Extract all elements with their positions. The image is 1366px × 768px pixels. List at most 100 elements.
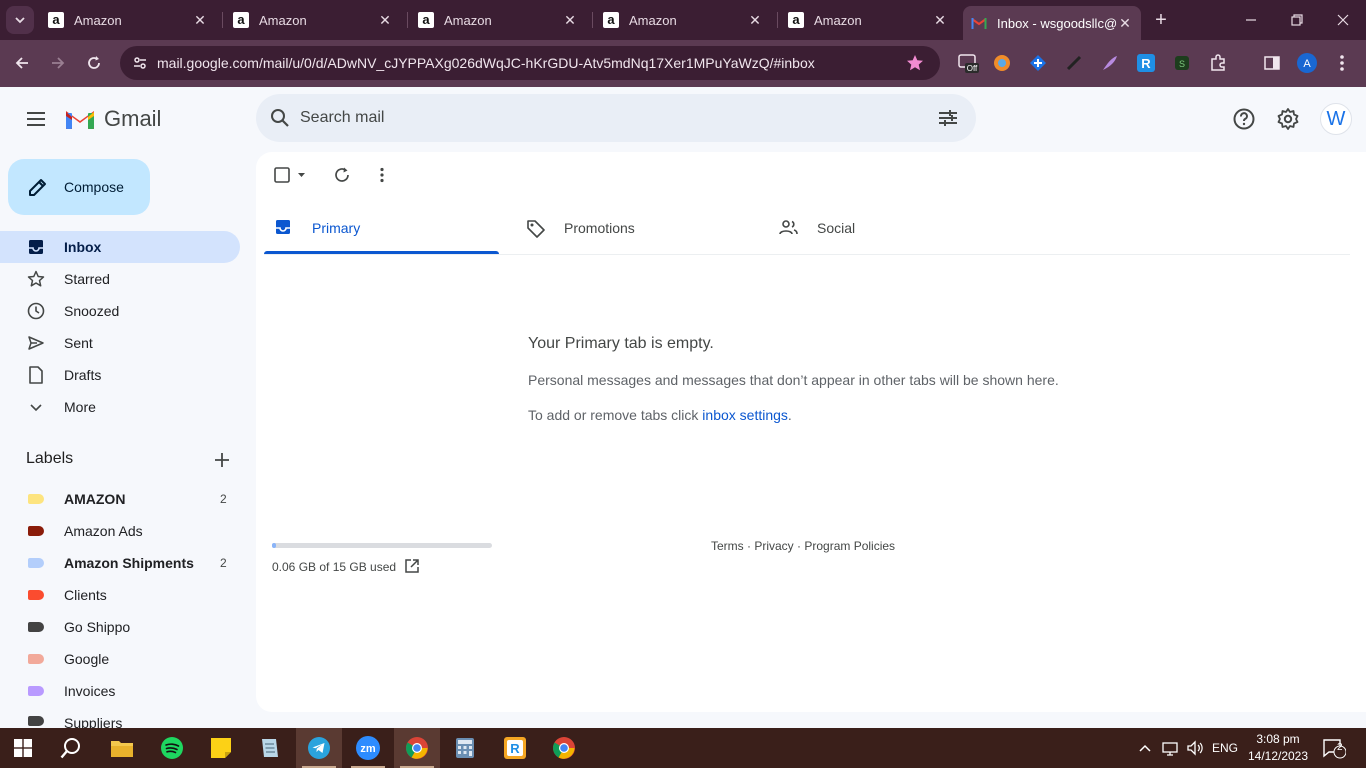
nav-item-drafts[interactable]: Drafts	[0, 359, 240, 391]
nav-label: Starred	[64, 271, 110, 287]
search-icon[interactable]	[268, 106, 292, 130]
more-options-button[interactable]	[372, 165, 392, 185]
tab-search-button[interactable]	[6, 6, 34, 34]
show-hidden-icons-button[interactable]	[1138, 728, 1152, 768]
extension-blue-icon[interactable]	[1027, 52, 1049, 74]
privacy-link[interactable]: Privacy	[754, 539, 793, 553]
account-avatar[interactable]: W	[1320, 103, 1352, 135]
label-item-suppliers[interactable]: Suppliers	[0, 707, 240, 728]
refresh-button[interactable]	[332, 165, 352, 185]
network-icon[interactable]	[1162, 728, 1180, 768]
nav-item-inbox[interactable]: Inbox	[0, 231, 240, 263]
sticky-notes-app[interactable]	[198, 728, 244, 768]
close-tab-icon[interactable]: ✕	[1117, 15, 1133, 31]
inbox-settings-link[interactable]: inbox settings	[702, 407, 788, 423]
gmail-logo[interactable]: Gmail	[64, 106, 161, 132]
notepad-app[interactable]	[246, 728, 292, 768]
address-bar[interactable]: mail.google.com/mail/u/0/d/ADwNV_cJYPPAX…	[120, 46, 940, 80]
reload-button[interactable]	[82, 51, 106, 75]
settings-gear-icon[interactable]	[1276, 107, 1300, 131]
search-input[interactable]	[300, 94, 900, 142]
create-label-button[interactable]	[212, 450, 232, 470]
profile-avatar[interactable]: A	[1296, 52, 1318, 74]
side-panel-icon[interactable]	[1261, 52, 1283, 74]
browser-tab-amazon-5[interactable]: a Amazon ✕	[780, 0, 956, 40]
label-tag-icon	[28, 526, 44, 536]
amazon-icon: a	[233, 12, 249, 28]
browser-tab-amazon-4[interactable]: a Amazon ✕	[595, 0, 771, 40]
taskbar-clock[interactable]: 3:08 pm 14/12/2023	[1236, 731, 1320, 765]
label-item-go-shippo[interactable]: Go Shippo	[0, 611, 240, 643]
browser-tab-amazon-1[interactable]: a Amazon ✕	[40, 0, 216, 40]
label-item-amazon-ads[interactable]: Amazon Ads	[0, 515, 240, 547]
program-policies-link[interactable]: Program Policies	[804, 539, 895, 553]
gmail-wordmark: Gmail	[104, 106, 162, 131]
restore-button[interactable]	[1274, 0, 1320, 40]
chrome-profile-app[interactable]	[541, 728, 587, 768]
browser-tab-gmail-inbox[interactable]: Inbox - wsgoodsllc@ ✕	[963, 6, 1141, 40]
terms-link[interactable]: Terms	[711, 539, 744, 553]
label-name: Amazon Ads	[64, 523, 143, 539]
extension-r-icon[interactable]: R	[1135, 52, 1157, 74]
settings-prefix-text: To add or remove tabs click	[528, 407, 703, 423]
close-tab-icon[interactable]: ✕	[932, 12, 948, 28]
extension-dark-icon[interactable]	[1063, 52, 1085, 74]
calculator-app[interactable]	[442, 728, 488, 768]
nav-item-sent[interactable]: Sent	[0, 327, 240, 359]
chrome-app[interactable]	[394, 728, 440, 768]
help-icon[interactable]	[1232, 107, 1256, 131]
close-tab-icon[interactable]: ✕	[377, 12, 393, 28]
close-tab-icon[interactable]: ✕	[562, 12, 578, 28]
tabs-divider	[264, 254, 1350, 255]
browser-tab-amazon-2[interactable]: a Amazon ✕	[225, 0, 401, 40]
extension-feather-icon[interactable]	[1099, 52, 1121, 74]
forward-button[interactable]	[46, 51, 70, 75]
start-button[interactable]	[0, 728, 46, 768]
spotify-app[interactable]	[149, 728, 195, 768]
taskbar-search-button[interactable]	[48, 728, 94, 768]
extension-off-icon[interactable]: Off	[957, 52, 979, 74]
chrome-menu-icon[interactable]	[1331, 52, 1353, 74]
label-item-amazon[interactable]: AMAZON 2	[0, 483, 240, 515]
telegram-app[interactable]	[296, 728, 342, 768]
empty-state-description: Personal messages and messages that don’…	[528, 372, 1059, 388]
main-menu-button[interactable]	[24, 107, 48, 131]
file-explorer-app[interactable]	[99, 728, 145, 768]
puzzle-extensions-icon[interactable]	[1207, 52, 1229, 74]
tab-primary[interactable]: Primary	[274, 200, 360, 255]
amazon-icon: a	[48, 12, 64, 28]
label-item-clients[interactable]: Clients	[0, 579, 240, 611]
search-bar[interactable]	[256, 94, 976, 142]
close-window-button[interactable]	[1320, 0, 1366, 40]
notification-center-button[interactable]: 2	[1322, 728, 1346, 768]
close-tab-icon[interactable]: ✕	[747, 12, 763, 28]
extension-orange-icon[interactable]	[991, 52, 1013, 74]
manage-storage-link[interactable]	[404, 558, 420, 574]
label-item-invoices[interactable]: Invoices	[0, 675, 240, 707]
search-options-icon[interactable]	[936, 106, 960, 130]
r-app[interactable]: R	[492, 728, 538, 768]
label-item-amazon-shipments[interactable]: Amazon Shipments 2	[0, 547, 240, 579]
select-checkbox-dropdown[interactable]	[272, 165, 306, 185]
back-button[interactable]	[10, 51, 34, 75]
tab-social[interactable]: Social	[779, 200, 855, 255]
nav-item-snoozed[interactable]: Snoozed	[0, 295, 240, 327]
label-item-google[interactable]: Google	[0, 643, 240, 675]
minimize-button[interactable]	[1228, 0, 1274, 40]
tab-promotions[interactable]: Promotions	[526, 200, 635, 255]
settings-suffix-text: .	[787, 407, 792, 423]
bookmark-star-icon[interactable]	[906, 54, 924, 72]
site-info-icon[interactable]	[132, 55, 148, 71]
close-tab-icon[interactable]: ✕	[192, 12, 208, 28]
extension-green-icon[interactable]: S	[1171, 52, 1193, 74]
new-tab-button[interactable]: +	[1150, 9, 1172, 31]
volume-icon[interactable]	[1186, 728, 1204, 768]
language-indicator[interactable]: ENG	[1212, 728, 1238, 768]
nav-item-starred[interactable]: Starred	[0, 263, 240, 295]
browser-tab-amazon-3[interactable]: a Amazon ✕	[410, 0, 586, 40]
nav-item-more[interactable]: More	[0, 391, 240, 423]
label-tag-icon	[28, 686, 44, 696]
windows-logo-icon	[14, 739, 32, 757]
compose-button[interactable]: Compose	[8, 159, 150, 215]
zoom-app[interactable]: zm	[345, 728, 391, 768]
